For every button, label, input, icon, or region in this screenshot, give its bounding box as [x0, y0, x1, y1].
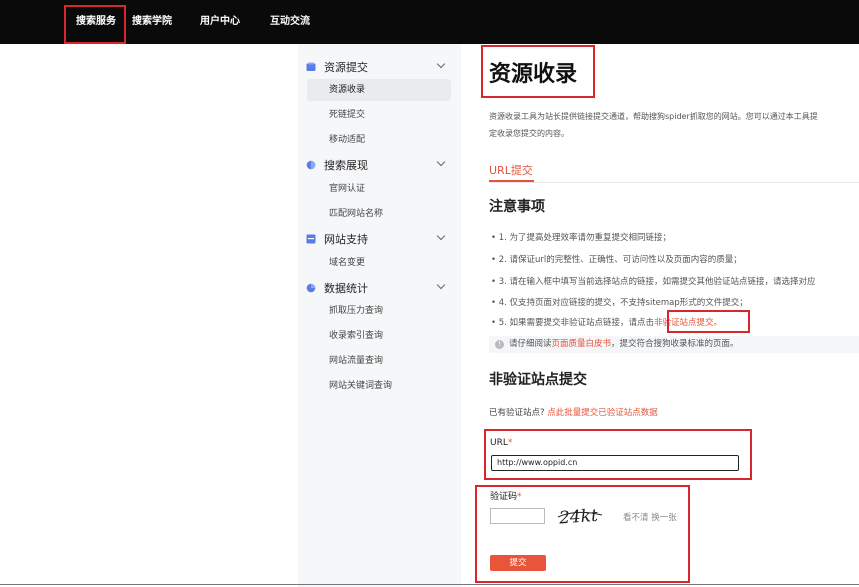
required-mark: * — [517, 492, 522, 502]
verified-site-row: 已有验证站点? 点此批量提交已验证站点数据 — [489, 406, 658, 418]
note-item: • 4. 仅支持页面对应链接的提交，不支持sitemap形式的文件提交； — [491, 298, 748, 308]
captcha-text: 24kt — [557, 506, 598, 529]
captcha-label-text: 验证码 — [490, 492, 518, 502]
sidebar-group-search-display[interactable]: 搜索展现 — [306, 155, 452, 175]
captcha-input[interactable] — [490, 508, 545, 524]
sidebar-item-domain-change[interactable]: 域名变更 — [307, 252, 451, 274]
site-support-icon — [306, 234, 316, 244]
note-item: • 1. 为了提高处理效率请勿重复提交相同链接； — [491, 233, 672, 243]
section-title: 非验证站点提交 — [489, 372, 587, 388]
sidebar-group-site-support[interactable]: 网站支持 — [306, 229, 452, 249]
intro-text: 资源收录工具为站长提供链接提交通道，帮助搜狗spider抓取您的网站。您可以通过… — [489, 108, 857, 142]
sidebar-item-index-query[interactable]: 收录索引查询 — [307, 325, 451, 347]
refresh-captcha-link[interactable]: 看不清 换一张 — [623, 511, 677, 523]
tab-divider — [489, 182, 859, 183]
note-item: • 2. 请保证url的完整性、正确性、可访问性以及页面内容的质量； — [491, 255, 742, 265]
url-input[interactable]: http://www.oppid.cn — [491, 455, 739, 471]
chevron-down-icon[interactable] — [436, 59, 446, 69]
nav-search-academy[interactable]: 搜索学院 — [132, 0, 172, 44]
intro-line: 资源收录工具为站长提供链接提交通道，帮助搜狗spider抓取您的网站。您可以通过… — [489, 112, 818, 121]
sidebar-item-traffic-query[interactable]: 网站流量查询 — [307, 350, 451, 372]
url-label: URL* — [490, 438, 512, 448]
sidebar-item-dead-link[interactable]: 死链提交 — [307, 104, 451, 126]
captcha-label: 验证码* — [490, 489, 522, 502]
chevron-down-icon[interactable] — [436, 157, 446, 167]
sidebar-item-keyword-query[interactable]: 网站关键词查询 — [307, 375, 451, 397]
tip-bar: ! 请仔细阅读页面质量白皮书，提交符合搜狗收录标准的页面。 — [489, 336, 859, 353]
sidebar-item-mobile-adapt[interactable]: 移动适配 — [307, 129, 451, 151]
sidebar-group-resource-submit[interactable]: 资源提交 — [306, 57, 452, 77]
sidebar-group-label: 数据统计 — [324, 282, 368, 295]
batch-submit-link[interactable]: 点此批量提交已验证站点数据 — [547, 408, 658, 418]
page-title: 资源收录 — [489, 62, 578, 87]
bottom-divider — [0, 584, 859, 585]
nav-interaction[interactable]: 互动交流 — [270, 0, 310, 44]
sidebar-group-label: 网站支持 — [324, 233, 368, 246]
tip-text: ，提交符合搜狗收录标准的页面。 — [611, 339, 739, 349]
verified-site-question: 已有验证站点? — [489, 408, 545, 418]
data-stats-icon — [306, 283, 316, 293]
sidebar-group-data-stats[interactable]: 数据统计 — [306, 278, 452, 298]
search-display-icon — [306, 160, 316, 170]
required-mark: * — [507, 438, 513, 448]
quality-whitepaper-link[interactable]: 页面质量白皮书 — [552, 339, 612, 349]
note-item: • 5. 如果需要提交非验证站点链接，请点击非验证站点提交。 — [491, 316, 859, 328]
top-nav: 搜索服务 搜索学院 用户中心 互动交流 — [66, 0, 310, 44]
nav-search-service[interactable]: 搜索服务 — [66, 0, 126, 44]
note5-text: • 5. 如果需要提交非验证站点链接，请点击 — [491, 318, 655, 328]
sidebar-group-label: 资源提交 — [324, 61, 368, 74]
tab-url-submit[interactable]: URL提交 — [489, 162, 533, 178]
notes-title: 注意事项 — [489, 199, 545, 215]
sidebar-item-resource-collection[interactable]: 资源收录 — [307, 79, 451, 101]
sidebar-item-crawl-pressure[interactable]: 抓取压力查询 — [307, 300, 451, 322]
sidebar-item-match-site-name[interactable]: 匹配网站名称 — [307, 203, 451, 225]
note-item: • 3. 请在输入框中填写当前选择站点的链接，如需提交其他验证站点链接，请选择对… — [491, 277, 816, 287]
tab-active-indicator — [489, 180, 534, 182]
submit-button[interactable]: 提交 — [490, 555, 546, 571]
nav-user-center[interactable]: 用户中心 — [200, 0, 240, 44]
info-icon: ! — [495, 340, 504, 349]
tip-text: 请仔细阅读 — [509, 339, 552, 349]
resource-submit-icon — [306, 62, 316, 72]
url-label-text: URL — [490, 438, 508, 448]
sidebar-group-label: 搜索展现 — [324, 159, 368, 172]
sidebar-item-official-cert[interactable]: 官网认证 — [307, 178, 451, 200]
non-verified-submit-link[interactable]: 非验证站点提交。 — [654, 318, 722, 328]
chevron-down-icon[interactable] — [436, 280, 446, 290]
sidebar: 资源提交 资源收录 死链提交 移动适配 搜索展现 官网认证 匹配网站名称 网站支… — [298, 44, 461, 587]
chevron-down-icon[interactable] — [436, 231, 446, 241]
captcha-image[interactable]: 24kt — [556, 503, 606, 529]
intro-line: 定收录您提交的内容。 — [489, 129, 569, 138]
